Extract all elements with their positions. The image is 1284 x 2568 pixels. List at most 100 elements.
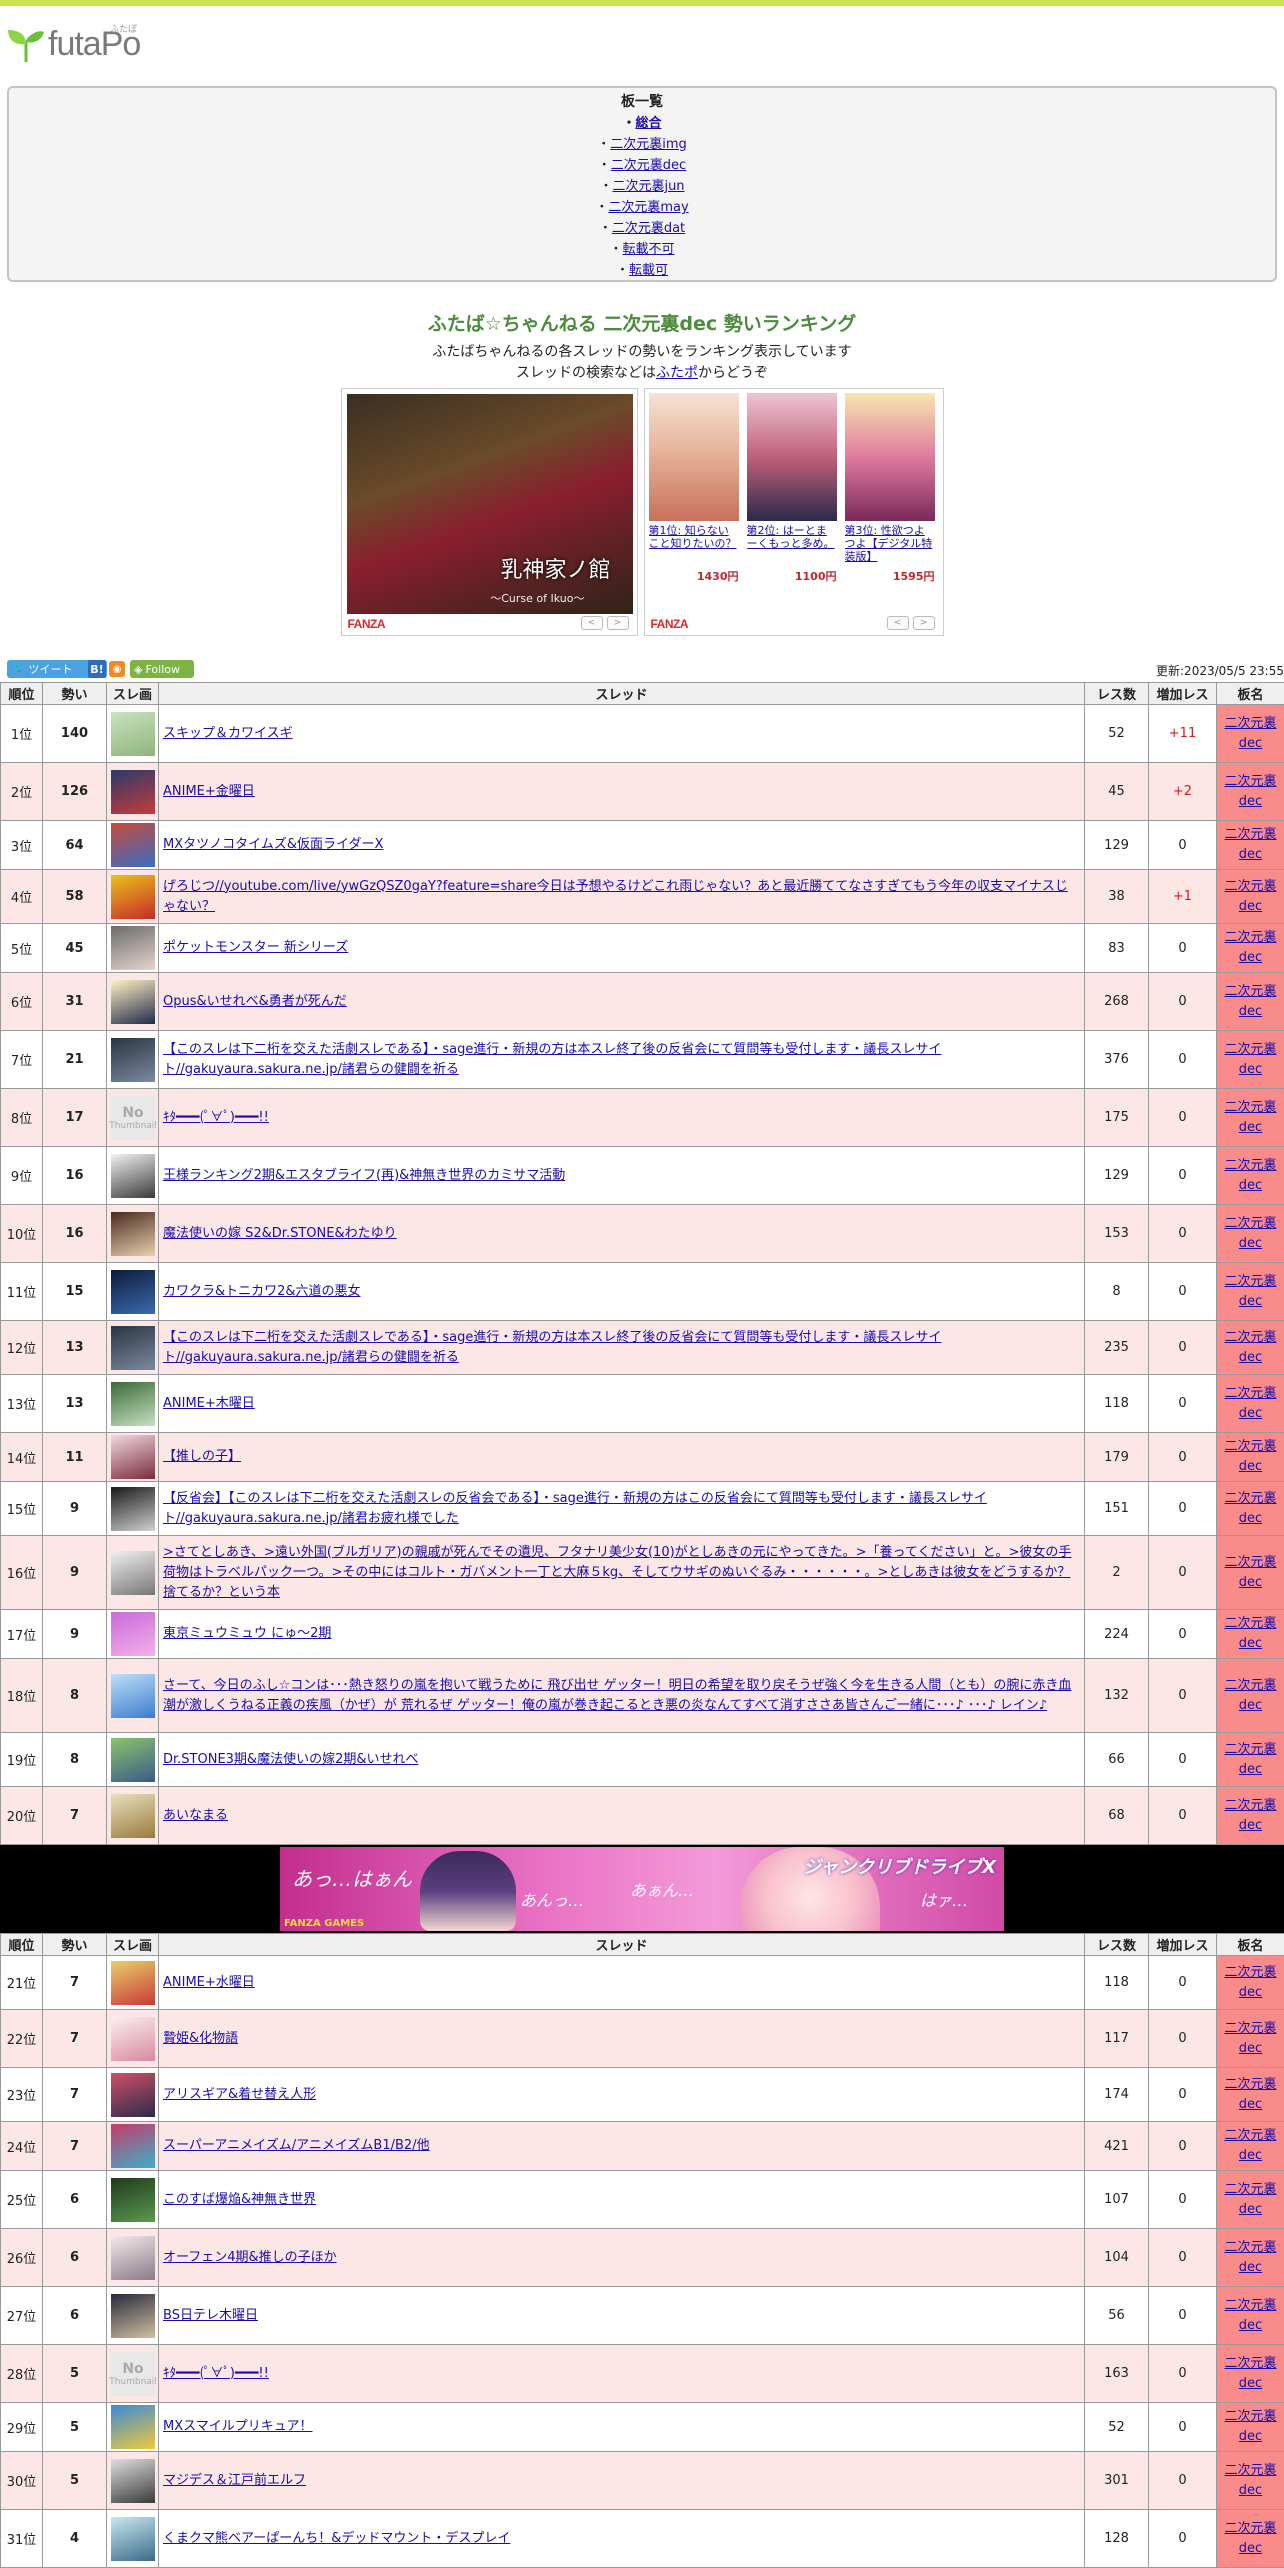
board-name-link[interactable]: 二次元裏dec: [1224, 1678, 1276, 1713]
ad-item[interactable]: 第2位: はーとまーくもっと多め。 1100円: [746, 393, 837, 584]
thread-thumbnail[interactable]: [111, 1211, 155, 1256]
board-name-link[interactable]: 二次元裏dec: [1224, 1274, 1276, 1309]
thread-thumbnail[interactable]: No Thumbnail: [109, 1095, 157, 1140]
thread-thumbnail[interactable]: [111, 1486, 155, 1531]
thread-thumbnail[interactable]: [111, 2072, 155, 2117]
board-link[interactable]: 二次元裏dec: [611, 158, 686, 173]
thread-thumbnail[interactable]: [111, 1673, 155, 1718]
ad-prev-button[interactable]: <: [580, 616, 603, 630]
thread-thumbnail[interactable]: [111, 823, 155, 867]
thread-thumbnail[interactable]: [111, 711, 155, 756]
thread-thumbnail[interactable]: [111, 2293, 155, 2338]
board-name-link[interactable]: 二次元裏dec: [1224, 1798, 1276, 1833]
board-name-link[interactable]: 二次元裏dec: [1224, 827, 1276, 862]
board-name-link[interactable]: 二次元裏dec: [1224, 1555, 1276, 1590]
thread-thumbnail[interactable]: [111, 979, 155, 1024]
thread-link[interactable]: ポケットモンスター 新シリーズ: [163, 940, 348, 955]
board-name-link[interactable]: 二次元裏dec: [1224, 2356, 1276, 2391]
board-name-link[interactable]: 二次元裏dec: [1224, 1439, 1276, 1474]
thread-thumbnail[interactable]: [111, 2177, 155, 2222]
thread-thumbnail[interactable]: [111, 1037, 155, 1082]
thread-thumbnail[interactable]: [111, 2458, 155, 2503]
thread-thumbnail[interactable]: [111, 769, 155, 814]
board-name-link[interactable]: 二次元裏dec: [1224, 1158, 1276, 1193]
hatena-bookmark-icon[interactable]: B!: [88, 660, 106, 678]
thread-thumbnail[interactable]: [111, 926, 155, 970]
thread-link[interactable]: BS日テレ木曜日: [163, 2308, 258, 2323]
board-name-link[interactable]: 二次元裏dec: [1224, 1491, 1276, 1526]
thread-link[interactable]: MXスマイルプリキュア！: [163, 2419, 312, 2434]
thread-link[interactable]: マジデス＆江戸前エルフ: [163, 2473, 306, 2488]
ad-artwork[interactable]: 乳神家ノ館 〜Curse of Ikuo〜: [346, 394, 633, 614]
thread-link[interactable]: ｷﾀ━━━(ﾟ∀ﾟ)━━━!!: [163, 2366, 269, 2381]
board-link[interactable]: 転載可: [629, 263, 668, 278]
board-name-link[interactable]: 二次元裏dec: [1224, 1616, 1276, 1651]
futapo-link[interactable]: ふたポ: [656, 365, 698, 381]
thread-thumbnail[interactable]: No Thumbnail: [109, 2351, 157, 2396]
board-name-link[interactable]: 二次元裏dec: [1224, 2463, 1276, 2498]
thread-link[interactable]: 魔法使いの嫁 S2&Dr.STONE&わたゆり: [163, 1226, 397, 1241]
thread-link[interactable]: スーパーアニメイズム/アニメイズムB1/B2/他: [163, 2138, 430, 2153]
board-name-link[interactable]: 二次元裏dec: [1224, 930, 1276, 965]
ad-cover[interactable]: [844, 393, 935, 521]
board-name-link[interactable]: 二次元裏dec: [1224, 2521, 1276, 2556]
thread-link[interactable]: くまクマ熊ベアーぱーんち！&デッドマウント・デスプレイ: [163, 2531, 510, 2546]
thread-link[interactable]: Opus&いせれべ&勇者が死んだ: [163, 994, 347, 1009]
thread-thumbnail[interactable]: [111, 2016, 155, 2061]
thread-link[interactable]: MXタツノコタイムズ&仮面ライダーX: [163, 837, 383, 852]
board-name-link[interactable]: 二次元裏dec: [1224, 879, 1276, 914]
ad-banner-wide[interactable]: あっ…はぁん あんっ… あぁん… はァ… ジャンクリブドライブX FANZA G…: [0, 1845, 1284, 1933]
ad-item[interactable]: 第3位: 性欲つよつよ【デジタル特装版】 1595円: [844, 393, 935, 584]
thread-link[interactable]: ｷﾀ━━━(ﾟ∀ﾟ)━━━!!: [163, 1110, 269, 1125]
ad-next-button[interactable]: >: [606, 616, 629, 630]
thread-link[interactable]: げろじつ//youtube.com/live/ywGzQSZ0gaY?featu…: [163, 879, 1068, 914]
board-link[interactable]: 二次元裏img: [610, 137, 687, 152]
thread-link[interactable]: 【推しの子】: [163, 1449, 241, 1464]
thread-thumbnail[interactable]: [111, 1269, 155, 1314]
board-name-link[interactable]: 二次元裏dec: [1224, 1965, 1276, 2000]
thread-link[interactable]: ANIME+金曜日: [163, 784, 255, 799]
board-name-link[interactable]: 二次元裏dec: [1224, 1742, 1276, 1777]
thread-link[interactable]: アリスギア&着せ替え人形: [163, 2087, 316, 2102]
board-name-link[interactable]: 二次元裏dec: [1224, 774, 1276, 809]
banner-art[interactable]: あっ…はぁん あんっ… あぁん… はァ… ジャンクリブドライブX FANZA G…: [280, 1847, 1004, 1931]
board-name-link[interactable]: 二次元裏dec: [1224, 2128, 1276, 2163]
board-name-link[interactable]: 二次元裏dec: [1224, 2077, 1276, 2112]
thread-link[interactable]: Dr.STONE3期&魔法使いの嫁2期&いせれべ: [163, 1752, 418, 1767]
thread-thumbnail[interactable]: [111, 1793, 155, 1838]
site-logo[interactable]: futaPo ふたぽ: [6, 24, 141, 64]
thread-thumbnail[interactable]: [111, 2405, 155, 2449]
follow-button[interactable]: ◈ Follow: [130, 660, 194, 678]
ad-banner-large[interactable]: 乳神家ノ館 〜Curse of Ikuo〜 FANZA < >: [340, 388, 638, 636]
thread-thumbnail[interactable]: [111, 1325, 155, 1370]
board-name-link[interactable]: 二次元裏dec: [1224, 1216, 1276, 1251]
thread-link[interactable]: 【このスレは下二桁を交えた活劇スレである】・sage進行・新規の方は本スレ終了後…: [163, 1330, 941, 1365]
ad-item-title[interactable]: 第2位: はーとまーくもっと多め。: [747, 524, 837, 566]
thread-thumbnail[interactable]: [111, 2516, 155, 2561]
thread-thumbnail[interactable]: [111, 1737, 155, 1782]
thread-link[interactable]: ANIME+水曜日: [163, 1975, 255, 1990]
board-link[interactable]: 二次元裏dat: [612, 221, 685, 236]
rss-icon[interactable]: ◉: [109, 661, 125, 677]
thread-link[interactable]: オーフェン4期&推しの子ほか: [163, 2250, 337, 2265]
thread-thumbnail[interactable]: [111, 2124, 155, 2168]
thread-link[interactable]: >さてとしあき、>遠い外国(ブルガリア)の親戚が死んでその遺児、フタナリ美少女(…: [163, 1545, 1071, 1600]
thread-link[interactable]: 【反省会】【このスレは下二桁を交えた活劇スレの反省会である】・sage進行・新規…: [163, 1491, 987, 1526]
board-name-link[interactable]: 二次元裏dec: [1224, 2021, 1276, 2056]
board-name-link[interactable]: 二次元裏dec: [1224, 1330, 1276, 1365]
board-name-link[interactable]: 二次元裏dec: [1224, 2182, 1276, 2217]
board-name-link[interactable]: 二次元裏dec: [1224, 1100, 1276, 1135]
ad-cover[interactable]: [746, 393, 837, 521]
ad-item[interactable]: 第1位: 知らないこと知りたいの？ 1430円: [648, 393, 739, 584]
thread-thumbnail[interactable]: [111, 1435, 155, 1479]
thread-link[interactable]: ANIME+木曜日: [163, 1396, 255, 1411]
ad-item-title[interactable]: 第1位: 知らないこと知りたいの？: [649, 524, 739, 566]
thread-link[interactable]: さーて、今日のふし☆コンは･･･熱き怒りの嵐を抱いて戦うために 飛び出せ ゲッタ…: [163, 1678, 1071, 1713]
thread-thumbnail[interactable]: [111, 1550, 155, 1595]
board-name-link[interactable]: 二次元裏dec: [1224, 1386, 1276, 1421]
thread-link[interactable]: 【このスレは下二桁を交えた活劇スレである】・sage進行・新規の方は本スレ終了後…: [163, 1042, 941, 1077]
board-name-link[interactable]: 二次元裏dec: [1224, 2409, 1276, 2444]
board-link[interactable]: 二次元裏may: [608, 200, 688, 215]
board-name-link[interactable]: 二次元裏dec: [1224, 2240, 1276, 2275]
thread-thumbnail[interactable]: [111, 1960, 155, 2005]
